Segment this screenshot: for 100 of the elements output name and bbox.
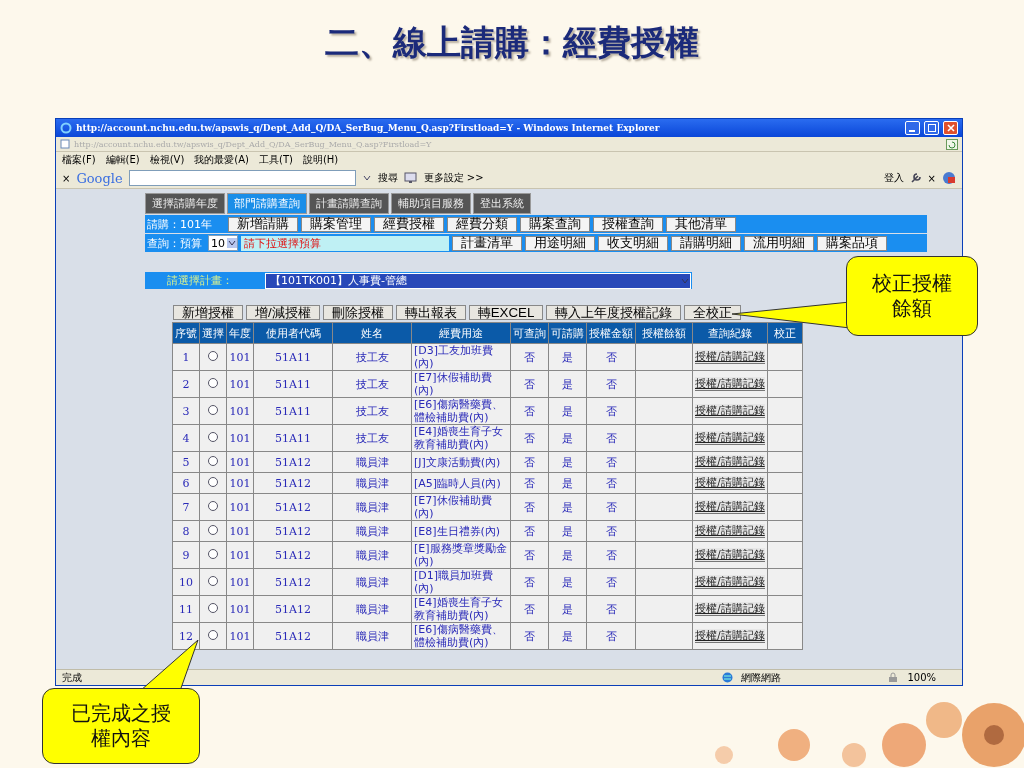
table-cell: 4 — [172, 424, 200, 452]
menu-button[interactable]: 計畫清單 — [452, 235, 522, 251]
browser-icon — [60, 122, 72, 134]
refresh-icon[interactable] — [946, 138, 958, 150]
radio-button[interactable] — [208, 404, 218, 415]
action-button[interactable]: 新增授權 — [173, 305, 243, 320]
search-button[interactable]: 搜尋 — [377, 171, 398, 185]
maximize-button[interactable] — [924, 121, 939, 135]
nav-tab[interactable]: 計畫請購查詢 — [309, 193, 389, 214]
search-field[interactable] — [128, 170, 356, 186]
nav-tab[interactable]: 登出系統 — [473, 193, 531, 214]
menu-button[interactable]: 經費授權 — [374, 216, 444, 232]
column-header: 經費用途 — [411, 322, 511, 344]
menu-button[interactable]: 流用明細 — [744, 235, 814, 251]
radio-button[interactable] — [208, 455, 218, 466]
table-cell: 否 — [586, 622, 636, 650]
minimize-button[interactable] — [905, 121, 920, 135]
action-button[interactable]: 轉出報表 — [395, 305, 466, 320]
menu-item[interactable]: 檔案(F) — [62, 153, 96, 167]
record-link[interactable]: 授權/請購記錄 — [695, 377, 765, 391]
record-link[interactable]: 授權/請購記錄 — [695, 548, 765, 562]
radio-button[interactable] — [208, 629, 218, 640]
menu-item[interactable]: 編輯(E) — [105, 153, 140, 167]
column-header: 使用者代碼 — [253, 322, 333, 344]
table-cell: 否 — [586, 520, 636, 542]
menu-button[interactable]: 購案查詢 — [520, 216, 590, 232]
menu-button[interactable]: 購案管理 — [301, 216, 371, 232]
radio-button[interactable] — [208, 575, 218, 586]
record-link[interactable]: 授權/請購記錄 — [695, 500, 765, 514]
radio-button[interactable] — [208, 350, 218, 361]
radio-button[interactable] — [208, 548, 218, 559]
radio-button[interactable] — [208, 524, 218, 535]
menu-item[interactable]: 我的最愛(A) — [194, 153, 249, 167]
table-cell: 職員津 — [332, 472, 412, 494]
table-cell: 是 — [548, 541, 587, 569]
table-cell: 101 — [226, 493, 254, 521]
menu-item[interactable]: 工具(T) — [259, 153, 293, 167]
radio-button[interactable] — [208, 431, 218, 442]
record-link[interactable]: 授權/請購記錄 — [695, 431, 765, 445]
menu-button[interactable]: 購案品項 — [817, 235, 887, 251]
table-cell: 51A12 — [253, 541, 333, 569]
record-link[interactable]: 授權/請購記錄 — [695, 455, 765, 469]
menu-button[interactable]: 請購明細 — [671, 235, 741, 251]
nav-tab[interactable]: 選擇請購年度 — [145, 193, 225, 214]
radio-button[interactable] — [208, 476, 218, 487]
menu-button[interactable]: 其他清單 — [666, 216, 736, 232]
monitor-icon[interactable] — [403, 172, 418, 184]
table-cell: 是 — [548, 595, 587, 623]
radio-button[interactable] — [208, 500, 218, 511]
table-cell: 51A12 — [253, 493, 333, 521]
column-header: 授權金額 — [586, 322, 636, 344]
status-text: 完成 — [62, 670, 82, 685]
menu-item[interactable]: 檢視(V) — [149, 153, 185, 167]
record-link[interactable]: 授權/請購記錄 — [695, 476, 765, 490]
close-icon — [946, 124, 955, 132]
table-cell: 是 — [548, 622, 587, 650]
close-button[interactable] — [943, 121, 958, 135]
menu-button[interactable]: 收支明細 — [598, 235, 668, 251]
menu-button[interactable]: 經費分類 — [447, 216, 517, 232]
table-cell: 否 — [586, 397, 636, 425]
menu-button[interactable]: 授權查詢 — [593, 216, 663, 232]
nav-tab[interactable]: 輔助項目服務 — [391, 193, 471, 214]
table-cell: 1 — [172, 343, 200, 371]
menu-item[interactable]: 說明(H) — [302, 153, 339, 167]
google-logo: Google — [76, 170, 123, 186]
row-label: 請購：101年 — [147, 216, 213, 232]
more-settings-button[interactable]: 更多設定 >> — [423, 171, 484, 185]
action-button[interactable]: 刪除授權 — [322, 305, 393, 320]
table-cell: 2 — [172, 370, 200, 398]
radio-button[interactable] — [208, 377, 218, 388]
table-cell: 否 — [510, 451, 549, 473]
globe-icon[interactable] — [942, 171, 956, 185]
radio-button[interactable] — [208, 602, 218, 613]
action-button[interactable]: 轉EXCEL — [468, 305, 544, 320]
table-cell: 是 — [548, 520, 587, 542]
table-cell: 101 — [226, 424, 254, 452]
record-link[interactable]: 授權/請購記錄 — [695, 404, 765, 418]
record-link[interactable]: 授權/請購記錄 — [695, 524, 765, 538]
plan-select[interactable]: 【101TK001】人事費-管總 — [265, 272, 691, 289]
table-cell: 技工友 — [332, 397, 412, 425]
table-cell: 51A12 — [253, 520, 333, 542]
action-button[interactable]: 增/減授權 — [246, 305, 320, 320]
close-toolbar-button[interactable]: × — [62, 172, 71, 184]
table-cell: 技工友 — [332, 343, 412, 371]
record-link[interactable]: 授權/請購記錄 — [695, 602, 765, 616]
action-button[interactable]: 轉入上年度授權記錄 — [546, 305, 682, 320]
menu-button[interactable]: 用途明細 — [525, 235, 595, 251]
zoom-button[interactable]: 100% — [907, 672, 956, 683]
budget-select[interactable]: 10 — [208, 235, 238, 251]
record-link[interactable]: 授權/請購記錄 — [695, 629, 765, 643]
record-link[interactable]: 授權/請購記錄 — [695, 575, 765, 589]
action-button[interactable]: 全校正 — [684, 305, 742, 320]
close-toolbar-button[interactable]: × — [927, 172, 936, 184]
menu-button[interactable]: 新增請購 — [228, 216, 298, 232]
table-cell: 51A12 — [253, 568, 333, 596]
wrench-icon[interactable] — [909, 172, 922, 184]
table-cell: 否 — [510, 568, 549, 596]
sign-in-button[interactable]: 登入 — [883, 171, 904, 185]
table-cell: 職員津 — [332, 568, 412, 596]
record-link[interactable]: 授權/請購記錄 — [695, 350, 765, 364]
